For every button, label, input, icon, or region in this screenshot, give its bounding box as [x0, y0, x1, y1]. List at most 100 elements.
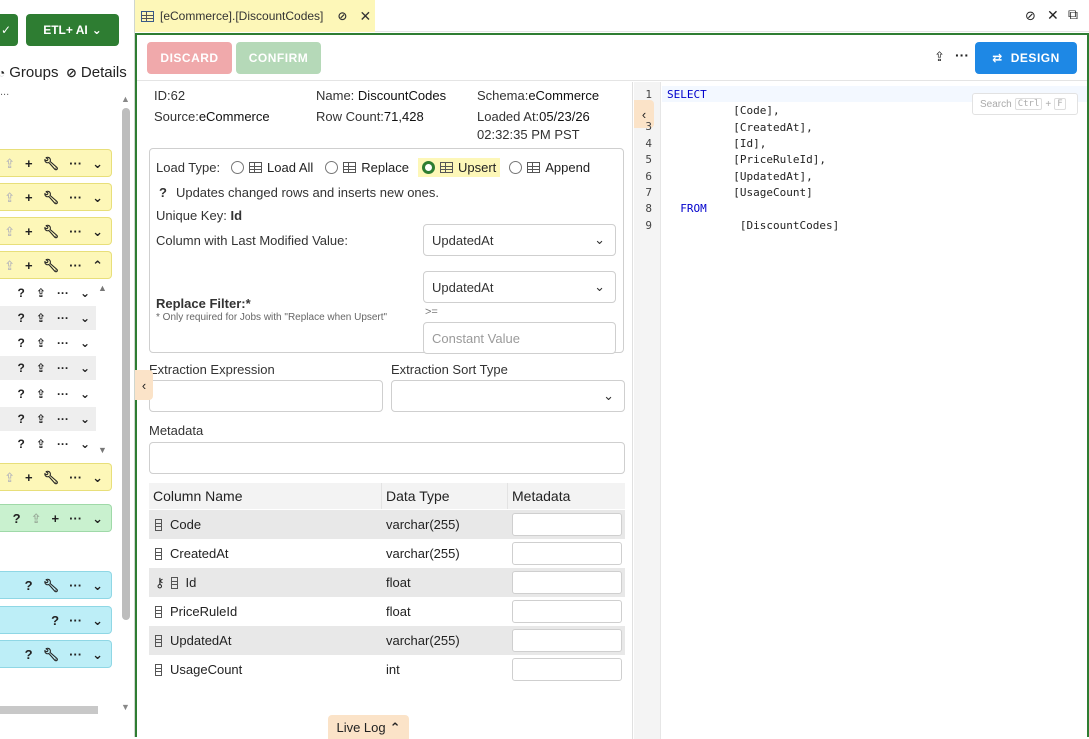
- radio-load-all[interactable]: Load All: [228, 160, 316, 175]
- edit-button[interactable]: ✓: [0, 14, 18, 46]
- sub-row[interactable]: ? ⇪ ··· ⌄: [0, 331, 96, 355]
- header-data-type[interactable]: Data Type: [382, 483, 508, 509]
- wrench-icon: 🔧︎: [42, 189, 60, 205]
- table-row[interactable]: UpdatedAt varchar(255): [149, 626, 625, 655]
- code-line: [Id],: [667, 137, 767, 150]
- upload-icon: ⇪: [35, 387, 46, 401]
- metadata-cell-input[interactable]: [512, 629, 622, 652]
- close-icon[interactable]: ✕: [359, 9, 371, 23]
- tree-row[interactable]: ? ··· ⌄: [0, 606, 112, 634]
- radio-replace[interactable]: Replace: [322, 160, 412, 175]
- popout-icon[interactable]: ⧉: [1068, 6, 1078, 23]
- data-type-cell: varchar(255): [386, 633, 460, 648]
- upload-icon: ⇪: [4, 155, 15, 171]
- sub-row[interactable]: ? ⇪ ··· ⌄: [0, 382, 96, 406]
- metadata-cell-input[interactable]: [512, 513, 622, 536]
- horizontal-scrollbar[interactable]: [0, 706, 98, 714]
- metadata-cell-input[interactable]: [512, 571, 622, 594]
- metadata-cell-input[interactable]: [512, 542, 622, 565]
- design-button[interactable]: ⇄ DESIGN: [975, 42, 1077, 74]
- sub-row[interactable]: ? ⇪ ··· ⌄: [0, 356, 96, 380]
- chevron-down-icon: ⌄: [79, 361, 90, 375]
- tree-row[interactable]: ⇪ + 🔧︎ ··· ⌄: [0, 183, 112, 211]
- sub-scroll-down[interactable]: ▼: [98, 445, 107, 455]
- vertical-scrollbar[interactable]: [122, 108, 130, 620]
- code-line: SELECT: [667, 88, 707, 101]
- source-info: Source:eCommerce: [154, 109, 270, 124]
- ellipsis-text: ...: [0, 86, 10, 98]
- code-line: [Code],: [667, 104, 780, 117]
- live-log-button[interactable]: Live Log ⌃: [328, 715, 409, 739]
- export-icon[interactable]: ⇪: [934, 49, 945, 65]
- line-number: 8: [645, 202, 652, 215]
- tree-row[interactable]: ⇪ + 🔧︎ ··· ⌄: [0, 463, 112, 491]
- close-all-icon[interactable]: ✕: [1047, 7, 1059, 24]
- tree-row[interactable]: ⇪ + 🔧︎ ··· ⌄: [0, 217, 112, 245]
- tree-row-expanded[interactable]: ⇪ + 🔧︎ ··· ⌃: [0, 251, 112, 279]
- chevron-down-icon: ⌄: [79, 286, 90, 300]
- table-row[interactable]: PriceRuleId float: [149, 597, 625, 626]
- tree-row[interactable]: ? ⇪ + ··· ⌄: [0, 504, 112, 532]
- code-line: [PriceRuleId],: [667, 153, 826, 166]
- unpin-icon[interactable]: ⊘: [337, 10, 347, 22]
- sub-row[interactable]: ? ⇪ ··· ⌄: [0, 407, 96, 431]
- header-metadata[interactable]: Metadata: [508, 483, 625, 509]
- metadata-cell-input[interactable]: [512, 658, 622, 681]
- confirm-button[interactable]: CONFIRM: [236, 42, 321, 74]
- table-row[interactable]: Code varchar(255): [149, 510, 625, 539]
- radio-upsert[interactable]: Upsert: [417, 157, 501, 177]
- table-icon: [141, 10, 154, 22]
- upload-icon: ⇪: [35, 437, 46, 451]
- details-toggle[interactable]: ⊘ Details: [66, 64, 127, 81]
- editor-search-box[interactable]: Search Ctrl + F: [972, 93, 1078, 115]
- tree-row[interactable]: ? 🔧︎ ··· ⌄: [0, 571, 112, 599]
- constant-value-input[interactable]: Constant Value: [423, 322, 616, 354]
- eye-off-icon: ⊘: [66, 65, 77, 80]
- scroll-up-arrow[interactable]: ▲: [121, 94, 130, 104]
- more-options-icon[interactable]: ···: [955, 47, 969, 63]
- data-type-cell: int: [386, 662, 400, 677]
- question-icon: ?: [17, 361, 25, 375]
- sub-row[interactable]: ? ⇪ ··· ⌄: [0, 281, 96, 305]
- groups-toggle[interactable]: ◔ Groups: [0, 64, 58, 81]
- sql-editor[interactable]: ‹ 1 3 4 5 6 7 8 9 SELECT [Code], [Create…: [634, 82, 1087, 739]
- chevron-down-icon: ⌄: [92, 155, 103, 171]
- table-row[interactable]: CreatedAt varchar(255): [149, 539, 625, 568]
- tree-row[interactable]: ? 🔧︎ ··· ⌄: [0, 640, 112, 668]
- metadata-cell-input[interactable]: [512, 600, 622, 623]
- tab-discount-codes[interactable]: [eCommerce].[DiscountCodes] ⊘ ✕: [135, 0, 375, 32]
- table-row[interactable]: ⚷ Id float: [149, 568, 625, 597]
- replace-filter-column-select[interactable]: UpdatedAt ⌄: [423, 271, 616, 303]
- header-column-name[interactable]: Column Name: [149, 483, 382, 509]
- scroll-down-arrow[interactable]: ▼: [121, 702, 130, 712]
- collapse-left-handle[interactable]: ‹: [135, 370, 153, 400]
- question-icon: ?: [17, 412, 25, 426]
- table-icon: [249, 161, 262, 173]
- question-icon: ?: [17, 286, 25, 300]
- sub-scroll-up[interactable]: ▲: [98, 283, 107, 293]
- load-type-label: Load Type:: [156, 160, 221, 175]
- tree-row[interactable]: ⇪ + 🔧︎ ··· ⌄: [0, 149, 112, 177]
- radio-append[interactable]: Append: [506, 160, 593, 175]
- form-panel: ID:62 Name: DiscountCodes Schema:eCommer…: [135, 82, 633, 739]
- table-row[interactable]: UsageCount int: [149, 655, 625, 684]
- extraction-expression-input[interactable]: [149, 380, 383, 412]
- extraction-sort-select[interactable]: ⌄: [391, 380, 625, 412]
- last-modified-select[interactable]: UpdatedAt ⌄: [423, 224, 616, 256]
- column-icon: [155, 518, 162, 531]
- column-name-cell: PriceRuleId: [155, 597, 237, 626]
- code-line: [UpdatedAt],: [667, 170, 813, 183]
- plus-icon: +: [24, 155, 33, 171]
- more-icon: ···: [56, 311, 69, 325]
- upload-icon: ⇪: [4, 223, 15, 239]
- sub-row[interactable]: ? ⇪ ··· ⌄: [0, 306, 96, 330]
- column-icon: [155, 605, 162, 618]
- unpin-all-icon[interactable]: ⊘: [1025, 8, 1036, 24]
- question-icon: ?: [159, 185, 167, 200]
- chevron-up-icon: ⌃: [92, 257, 103, 273]
- discard-button[interactable]: DISCARD: [147, 42, 232, 74]
- sub-row[interactable]: ? ⇪ ··· ⌄: [0, 432, 96, 456]
- etl-ai-button[interactable]: ETL+ AI ⌄: [26, 14, 119, 46]
- metadata-input[interactable]: [149, 442, 625, 474]
- table-icon: [527, 161, 541, 173]
